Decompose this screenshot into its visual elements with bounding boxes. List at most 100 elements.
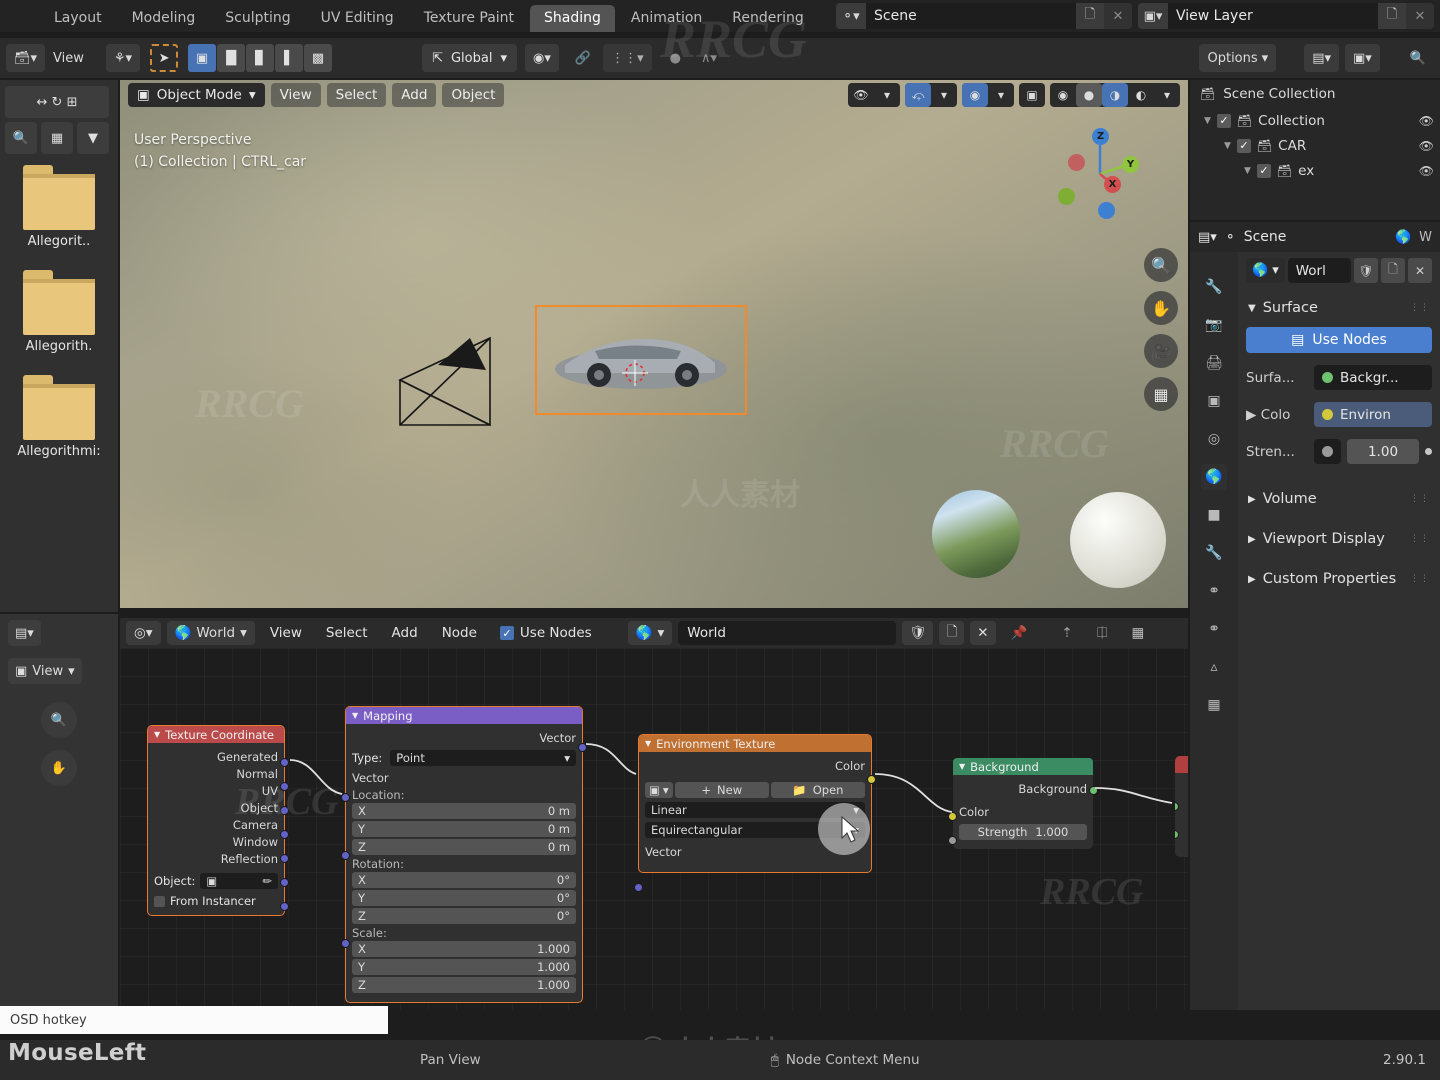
- node-header[interactable]: [1175, 756, 1188, 773]
- tab-constraint[interactable]: ⚭: [1201, 616, 1227, 642]
- chevron-down-icon[interactable]: ▼: [1244, 166, 1251, 176]
- world-browse-dropdown[interactable]: 🌎 ▾: [1246, 258, 1285, 283]
- navigation-group[interactable]: ↔ ↻ ⊞: [5, 86, 109, 118]
- view-layer-selector[interactable]: ▣▾ View Layer 🗋 ✕: [1138, 3, 1434, 29]
- filter-icon[interactable]: ▼: [77, 122, 109, 154]
- node-background[interactable]: ▼ Background Background Color Strength 1…: [948, 758, 1098, 849]
- input-color[interactable]: Color: [959, 803, 1087, 820]
- scene-name[interactable]: Scene: [866, 3, 1076, 29]
- tab-tool[interactable]: 🔧: [1201, 274, 1227, 300]
- tab-shading[interactable]: Shading: [530, 5, 615, 32]
- location-y[interactable]: Y 0 m: [352, 821, 576, 837]
- outliner-row-collection[interactable]: ▼ ✓ 🗃 Collection 👁: [1190, 108, 1440, 133]
- outliner-scene-collection-row[interactable]: 🗃 Scene Collection: [1190, 80, 1440, 108]
- checkbox-box[interactable]: [154, 895, 165, 907]
- view-layer-duplicate-icon[interactable]: 🗋: [1378, 3, 1406, 29]
- selected-object-bounding-box[interactable]: [535, 305, 747, 415]
- search-icon[interactable]: 🔍: [5, 122, 37, 154]
- outliner-filter-button[interactable]: ▤▾: [1304, 44, 1339, 72]
- editor-type-button[interactable]: ▤▾: [1198, 230, 1217, 245]
- search-icon[interactable]: 🔍: [1402, 44, 1434, 72]
- socket-out-vector[interactable]: [578, 743, 587, 752]
- shader-view-menu[interactable]: View: [261, 621, 311, 645]
- world-browse-dropdown[interactable]: 🌎 ▾: [627, 621, 673, 645]
- output-uv[interactable]: UV: [154, 782, 278, 799]
- visibility-checkbox[interactable]: ✓: [1256, 163, 1271, 178]
- socket-camera[interactable]: [280, 854, 289, 863]
- animate-dot[interactable]: [1425, 448, 1432, 455]
- output-color[interactable]: Color: [645, 757, 865, 774]
- outliner-panel[interactable]: 🗃 Scene Collection ▼ ✓ 🗃 Collection 👁 ▼ …: [1190, 80, 1440, 220]
- tab-material[interactable]: ▦: [1201, 692, 1227, 718]
- proportional-edit-icon[interactable]: ●: [662, 44, 689, 72]
- world-name-field[interactable]: Worl: [1287, 258, 1351, 283]
- scene-selector[interactable]: ⚬▾ Scene 🗋 ✕: [836, 3, 1132, 29]
- socket-in-vector[interactable]: [634, 883, 643, 892]
- tab-output[interactable]: 🖨: [1201, 350, 1227, 376]
- tab-view-layer[interactable]: ▣: [1201, 388, 1227, 414]
- socket-window[interactable]: [280, 878, 289, 887]
- color-label[interactable]: ▶ Colo: [1246, 407, 1308, 423]
- tab-world[interactable]: 🌎: [1201, 464, 1227, 490]
- socket-in-location[interactable]: [341, 851, 350, 860]
- tab-physics[interactable]: ⚭: [1201, 578, 1227, 604]
- parent-icon[interactable]: ⇡: [1052, 621, 1081, 645]
- scale-z[interactable]: Z 1.000: [352, 977, 576, 993]
- socket-object[interactable]: [280, 830, 289, 839]
- output-object[interactable]: Object: [154, 799, 278, 816]
- color-value[interactable]: Environ: [1314, 402, 1432, 427]
- tab-object[interactable]: ■: [1201, 502, 1227, 528]
- socket-in-strength[interactable]: [948, 836, 957, 845]
- grid-view-icon[interactable]: ▦: [41, 122, 73, 154]
- strength-socket[interactable]: [1314, 439, 1341, 464]
- select-subtract-button[interactable]: ▊: [246, 44, 275, 72]
- object-picker[interactable]: ▣ ✏: [200, 873, 278, 889]
- section-viewport-display[interactable]: ▶ Viewport Display ⋮⋮: [1246, 526, 1432, 552]
- use-nodes-button[interactable]: ▤ Use Nodes: [1246, 327, 1432, 353]
- visibility-checkbox[interactable]: ✓: [1216, 113, 1231, 128]
- world-datablock-name[interactable]: World: [678, 621, 897, 645]
- select-invert-button[interactable]: ▌: [275, 44, 304, 72]
- from-instancer-row[interactable]: From Instancer: [154, 894, 278, 908]
- eyedropper-icon[interactable]: ✏: [262, 874, 272, 888]
- editor-type-button[interactable]: ▤▾: [8, 620, 41, 646]
- socket-out-color[interactable]: [867, 775, 876, 784]
- tweak-tool-button[interactable]: ➤: [150, 44, 179, 72]
- node-canvas[interactable]: ▼ Texture Coordinate Generated Normal UV…: [120, 648, 1188, 1010]
- shield-icon[interactable]: 🛡: [902, 621, 934, 645]
- scene-close-icon[interactable]: ✕: [1104, 3, 1132, 29]
- tab-sculpting[interactable]: Sculpting: [211, 5, 304, 32]
- tab-rendering[interactable]: Rendering: [718, 5, 818, 32]
- node-texture-coordinate[interactable]: ▼ Texture Coordinate Generated Normal UV…: [147, 725, 289, 916]
- tab-data[interactable]: ▵: [1201, 654, 1227, 680]
- shield-icon[interactable]: 🛡: [1354, 258, 1378, 283]
- socket-in-vector[interactable]: [341, 793, 350, 802]
- snap-icon[interactable]: ⎅: [1088, 621, 1117, 645]
- output-generated[interactable]: Generated: [154, 748, 278, 765]
- outliner-row-ex[interactable]: ▼ ✓ 🗃 ex 👁: [1190, 158, 1440, 183]
- section-custom-properties[interactable]: ▶ Custom Properties ⋮⋮: [1246, 566, 1432, 592]
- socket-out-background[interactable]: [1089, 786, 1098, 795]
- visibility-checkbox[interactable]: ✓: [1236, 138, 1251, 153]
- output-background[interactable]: Background: [959, 780, 1087, 797]
- duplicate-icon[interactable]: 🗋: [939, 621, 965, 645]
- type-dropdown[interactable]: Point ▾: [390, 750, 576, 766]
- socket-uv[interactable]: [280, 806, 289, 815]
- output-camera[interactable]: Camera: [154, 816, 278, 833]
- open-image-button[interactable]: 📁 Open: [770, 782, 865, 798]
- tab-render[interactable]: 📷: [1201, 312, 1227, 338]
- output-reflection[interactable]: Reflection: [154, 850, 278, 867]
- chevron-down-icon[interactable]: ▼: [1224, 141, 1231, 151]
- section-surface[interactable]: ▼ Surface ⋮⋮: [1246, 295, 1432, 321]
- transform-orientation-dropdown[interactable]: ⇱ Global ▾: [422, 44, 517, 72]
- node-header[interactable]: ▼ Texture Coordinate: [148, 726, 284, 743]
- shader-select-menu[interactable]: Select: [317, 621, 377, 645]
- magnet-icon[interactable]: 🔗: [567, 44, 599, 72]
- x-icon[interactable]: ✕: [970, 621, 996, 645]
- tab-scene[interactable]: ◎: [1201, 426, 1227, 452]
- shader-node-menu[interactable]: Node: [433, 621, 486, 645]
- view-layer-name[interactable]: View Layer: [1168, 3, 1378, 29]
- socket-reflection[interactable]: [280, 902, 289, 911]
- shader-context-dropdown[interactable]: 🌎 World ▾: [166, 621, 255, 645]
- location-z[interactable]: Z 0 m: [352, 839, 576, 855]
